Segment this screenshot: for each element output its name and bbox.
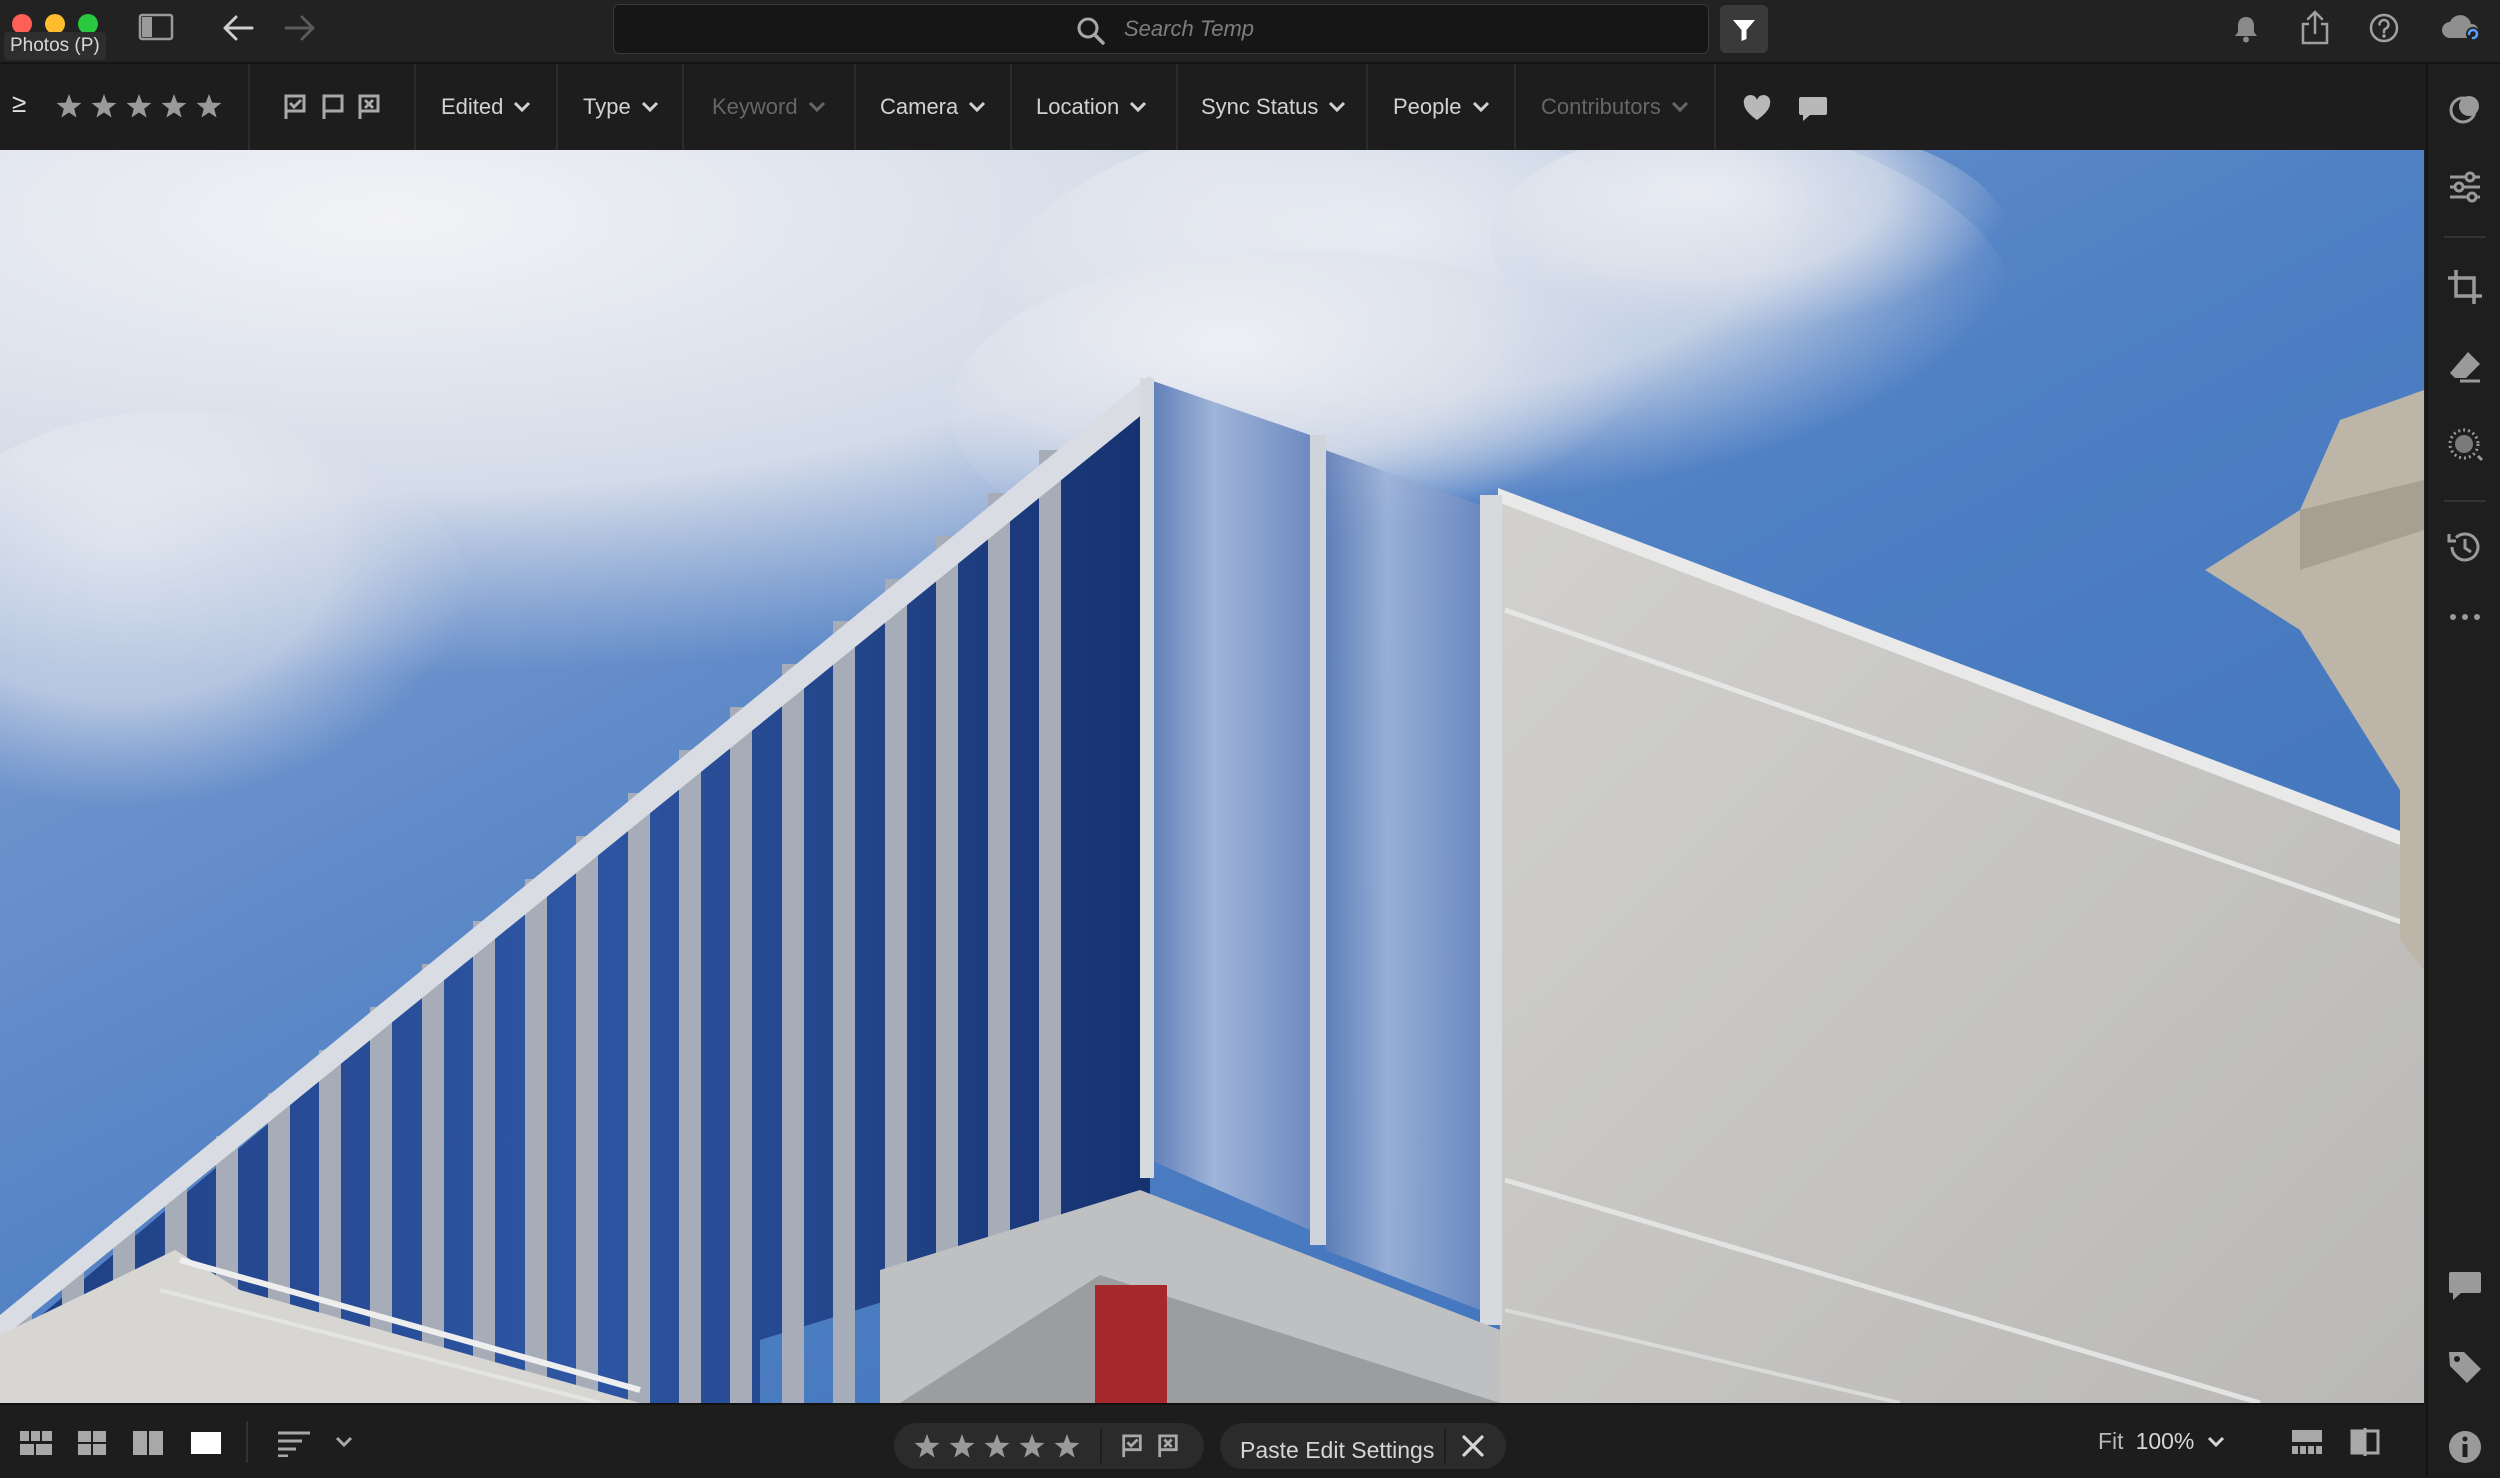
star-2[interactable] [949,1434,975,1458]
chevron-down-icon [514,101,531,113]
share-icon[interactable] [2298,10,2332,46]
bell-icon[interactable] [2230,13,2262,45]
comment-icon[interactable] [2446,1268,2484,1306]
forward-arrow-icon[interactable] [282,12,318,44]
star-1[interactable] [914,1434,940,1458]
paste-edit-settings-button[interactable]: Paste Edit Settings [1240,1427,1434,1473]
chevron-down-icon [1671,101,1688,113]
search-icon [1076,16,1106,46]
rejected-flag-icon[interactable] [356,94,382,120]
close-window-button[interactable] [12,14,32,34]
star-1[interactable] [56,94,82,118]
photo-image [0,150,2424,1403]
detail-view-icon[interactable] [189,1429,223,1457]
rating-filter-group: ≥ [0,64,250,150]
chevron-down-icon [969,101,986,113]
star-5[interactable] [1054,1434,1080,1458]
star-3[interactable] [984,1434,1010,1458]
zoom-level[interactable]: 100% [2136,1428,2195,1455]
grid-view-icon[interactable] [76,1429,108,1457]
picked-flag-icon[interactable] [282,94,308,120]
rating-flag-pill [894,1423,1204,1469]
heart-icon[interactable] [1742,94,1772,122]
more-icon[interactable] [2446,598,2484,636]
unflagged-icon[interactable] [320,94,346,120]
sort-chevron-down-icon[interactable] [334,1435,354,1449]
healing-eraser-icon[interactable] [2446,348,2484,386]
presets-icon[interactable] [2446,90,2484,128]
rating-stars[interactable] [54,92,234,122]
close-icon[interactable] [1460,1433,1486,1459]
minimize-window-button[interactable] [45,14,65,34]
filmstrip-icon[interactable] [2290,1427,2324,1457]
zoom-chevron-down-icon[interactable] [2206,1435,2226,1449]
pick-flag-icon[interactable] [1120,1434,1144,1458]
bottom-toolbar: Fit 100% [0,1403,2424,1478]
cloud-sync-icon[interactable] [2440,12,2484,44]
chevron-down-icon [1329,101,1346,113]
chevron-down-icon [1130,101,1147,113]
zoom-control[interactable]: Fit 100% [2098,1405,2226,1478]
fit-label[interactable]: Fit [2098,1428,2124,1455]
search-box[interactable] [613,4,1709,54]
square-grid-view-icon[interactable] [18,1429,54,1457]
right-panel-rail [2426,64,2500,1476]
photo-loupe-view[interactable] [0,150,2424,1403]
filter-bar: ≥ Edited Type Keyword Camera Location Sy… [0,64,2424,152]
masking-icon[interactable] [2446,426,2484,464]
location-filter-dropdown[interactable]: Location [1036,64,1147,150]
star-4[interactable] [1019,1434,1045,1458]
chevron-down-icon [641,101,658,113]
photo-rating-stars[interactable] [912,1432,1092,1462]
history-icon[interactable] [2446,528,2484,566]
star-3[interactable] [126,94,152,118]
type-filter-dropdown[interactable]: Type [583,64,659,150]
sync-status-filter-dropdown[interactable]: Sync Status [1201,64,1346,150]
chevron-down-icon [1472,101,1489,113]
back-arrow-icon[interactable] [220,12,256,44]
compare-view-icon[interactable] [131,1429,165,1457]
edit-sliders-icon[interactable] [2446,168,2484,206]
title-bar: Photos (P) [0,0,2500,64]
comment-filter-icon[interactable] [1797,94,1829,124]
star-4[interactable] [161,94,187,118]
filter-funnel-icon [1731,17,1757,43]
reject-flag-icon[interactable] [1156,1434,1180,1458]
sort-icon[interactable] [276,1429,312,1457]
star-2[interactable] [91,94,117,118]
flag-filter-group [250,64,416,150]
contributors-filter-dropdown[interactable]: Contributors [1541,64,1689,150]
keyword-filter-dropdown[interactable]: Keyword [712,64,826,150]
chevron-down-icon [808,101,825,113]
search-input[interactable] [1124,5,1684,53]
maximize-window-button[interactable] [78,14,98,34]
rating-compare-operator[interactable]: ≥ [12,88,26,119]
people-filter-dropdown[interactable]: People [1393,64,1490,150]
info-icon[interactable] [2446,1428,2484,1466]
crop-icon[interactable] [2446,268,2484,306]
filter-button[interactable] [1720,5,1768,53]
before-after-icon[interactable] [2348,1427,2382,1457]
keyword-tag-icon[interactable] [2446,1348,2484,1386]
edited-filter-dropdown[interactable]: Edited [441,64,531,150]
help-icon[interactable] [2368,12,2400,44]
star-5[interactable] [196,94,222,118]
sidebar-toggle-icon[interactable] [138,11,174,43]
camera-filter-dropdown[interactable]: Camera [880,64,986,150]
window-label: Photos (P) [4,32,106,60]
